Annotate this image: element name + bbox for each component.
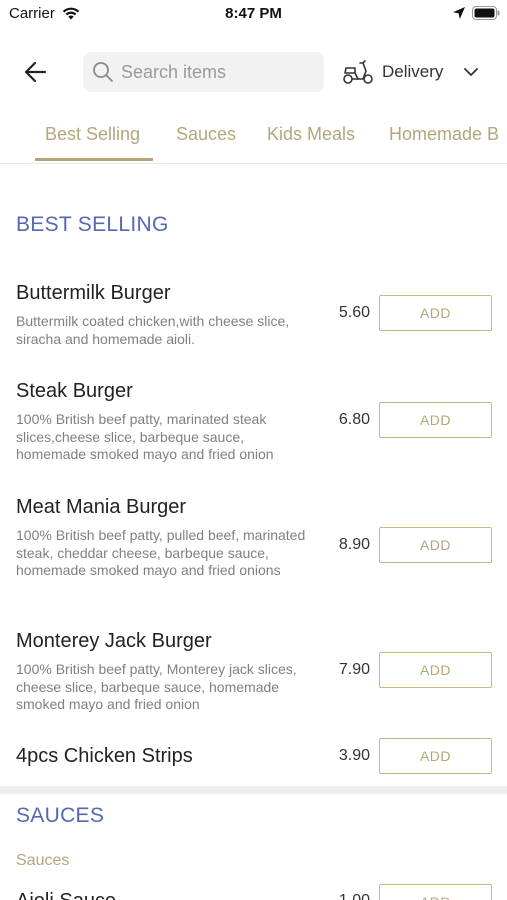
add-button[interactable]: ADD xyxy=(379,402,492,438)
tab-best-selling[interactable]: Best Selling xyxy=(45,124,140,145)
location-arrow-icon xyxy=(453,7,465,19)
item-price: 5.60 xyxy=(338,304,370,321)
menu-item: Monterey Jack Burger 100% British beef p… xyxy=(0,630,507,720)
item-description: 100% British beef patty, pulled beef, ma… xyxy=(16,527,306,578)
category-tabs: Best Selling Sauces Kids Meals Homemade … xyxy=(0,110,507,164)
add-button[interactable]: ADD xyxy=(379,738,492,774)
item-name: Meat Mania Burger xyxy=(16,496,187,518)
item-price: 6.80 xyxy=(338,411,370,428)
tab-kids-meals[interactable]: Kids Meals xyxy=(267,124,355,145)
menu-item: Steak Burger 100% British beef patty, ma… xyxy=(0,380,507,470)
top-bar: Delivery xyxy=(0,44,507,100)
menu-item: Meat Mania Burger 100% British beef patt… xyxy=(0,496,507,601)
item-name: Steak Burger xyxy=(16,380,133,402)
delivery-mode-label: Delivery xyxy=(382,62,444,81)
search-icon xyxy=(93,62,113,82)
item-name: Monterey Jack Burger xyxy=(16,630,212,652)
item-name: Buttermilk Burger xyxy=(16,282,171,304)
delivery-mode-dropdown[interactable]: Delivery xyxy=(340,54,490,90)
chevron-down-icon xyxy=(464,68,478,76)
section-title-best-selling: BEST SELLING xyxy=(16,213,169,236)
item-price: 3.90 xyxy=(338,747,370,764)
add-button[interactable]: ADD xyxy=(379,884,492,900)
menu-item: Buttermilk Burger Buttermilk coated chic… xyxy=(0,282,507,352)
status-bar: Carrier 8:47 PM xyxy=(0,0,507,28)
item-price: 7.90 xyxy=(338,661,370,678)
section-title-sauces: SAUCES xyxy=(16,804,105,827)
clock: 8:47 PM xyxy=(225,5,282,22)
search-bar[interactable] xyxy=(83,52,324,92)
scooter-icon xyxy=(343,60,373,84)
item-name: 4pcs Chicken Strips xyxy=(16,745,193,767)
item-price: 8.90 xyxy=(338,536,370,553)
section-divider xyxy=(0,786,507,794)
battery-icon xyxy=(472,6,500,20)
add-button[interactable]: ADD xyxy=(379,527,492,563)
item-description: 100% British beef patty, marinated steak… xyxy=(16,411,274,462)
item-price: 1.00 xyxy=(330,892,370,900)
active-tab-indicator xyxy=(35,158,153,161)
item-description: 100% British beef patty, Monterey jack s… xyxy=(16,661,297,712)
tab-sauces[interactable]: Sauces xyxy=(176,124,236,145)
back-arrow-icon[interactable] xyxy=(18,57,54,87)
search-input[interactable] xyxy=(121,52,317,92)
item-name: Aioli Sauce xyxy=(16,890,116,900)
menu-item: 4pcs Chicken Strips 3.90 ADD xyxy=(0,738,507,785)
add-button[interactable]: ADD xyxy=(379,295,492,331)
menu-item: Aioli Sauce 1.00 ADD xyxy=(0,884,507,900)
item-description: Buttermilk coated chicken,with cheese sl… xyxy=(16,313,290,347)
subsection-title-sauces: Sauces xyxy=(16,852,70,869)
tab-homemade[interactable]: Homemade B xyxy=(389,124,499,145)
add-button[interactable]: ADD xyxy=(379,652,492,688)
